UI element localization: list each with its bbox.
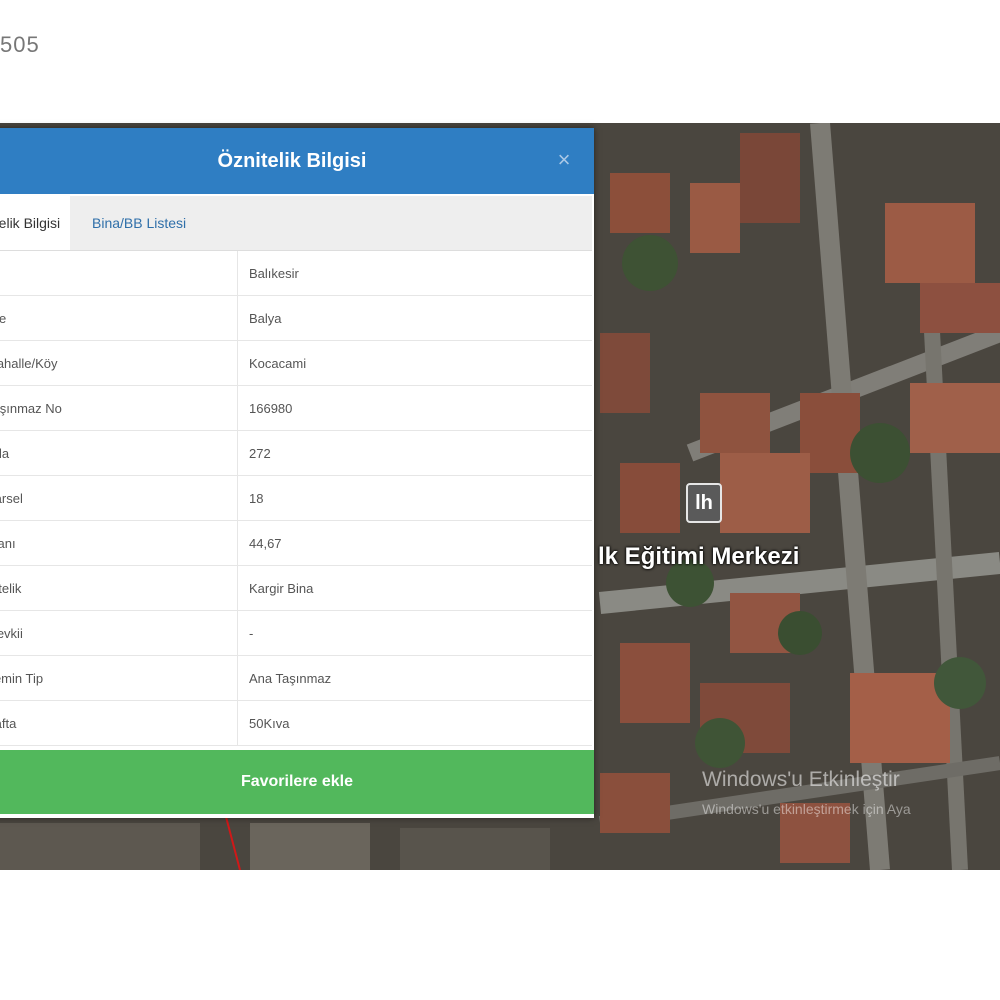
- page-number: 505: [0, 32, 40, 57]
- attribute-key: Parsel: [0, 475, 238, 521]
- attribute-key: Mahalle/Köy: [0, 340, 238, 386]
- attribute-value: 44,67: [237, 520, 592, 566]
- attribute-key: Nitelik: [0, 565, 238, 611]
- attribute-key: Zemin Tip: [0, 655, 238, 701]
- table-row: Mevkii-: [0, 610, 592, 656]
- attribute-key: Pafta: [0, 700, 238, 746]
- tab-attribute-info[interactable]: Öznitelik Bilgisi: [0, 196, 70, 250]
- attribute-key: İlçe: [0, 295, 238, 341]
- attribute-value: Balya: [237, 295, 592, 341]
- attribute-value: 50Kıva: [237, 700, 592, 746]
- dialog-header: Öznitelik Bilgisi ×: [0, 128, 594, 194]
- table-row: Zemin TipAna Taşınmaz: [0, 655, 592, 701]
- attribute-value: -: [237, 610, 592, 656]
- activation-watermark-title: Windows'u Etkinleştir: [702, 768, 900, 791]
- table-row: NitelikKargir Bina: [0, 565, 592, 611]
- table-row: İlBalıkesir: [0, 251, 592, 296]
- table-row: Alanı44,67: [0, 520, 592, 566]
- attribute-key: Alanı: [0, 520, 238, 566]
- table-row: İlçeBalya: [0, 295, 592, 341]
- attribute-key: Taşınmaz No: [0, 385, 238, 431]
- dialog-tabs: Öznitelik Bilgisi Bina/BB Listesi: [0, 196, 592, 251]
- table-row: Ada272: [0, 430, 592, 476]
- close-icon[interactable]: ×: [552, 148, 576, 172]
- attribute-value: 272: [237, 430, 592, 476]
- tab-building-list[interactable]: Bina/BB Listesi: [78, 196, 200, 250]
- table-row: Mahalle/KöyKocacami: [0, 340, 592, 386]
- attribute-key: Mevkii: [0, 610, 238, 656]
- table-row: Parsel18: [0, 475, 592, 521]
- add-to-favorites-button[interactable]: Favorilere ekle: [0, 750, 594, 814]
- attribute-value: 18: [237, 475, 592, 521]
- activation-watermark-subtitle: Windows'u etkinleştirmek için Aya: [702, 801, 911, 817]
- map-place-label: lk Eğitimi Merkezi: [598, 543, 800, 570]
- table-row: Pafta50Kıva: [0, 700, 592, 746]
- poi-building-icon[interactable]: lh: [686, 483, 722, 523]
- attribute-info-dialog: Öznitelik Bilgisi × Öznitelik Bilgisi Bi…: [0, 128, 594, 818]
- attribute-value: Ana Taşınmaz: [237, 655, 592, 701]
- attribute-key: Ada: [0, 430, 238, 476]
- attribute-value: Kocacami: [237, 340, 592, 386]
- attribute-value: Balıkesir: [237, 251, 592, 296]
- attribute-value: Kargir Bina: [237, 565, 592, 611]
- dialog-title: Öznitelik Bilgisi: [217, 150, 367, 172]
- attribute-value: 166980: [237, 385, 592, 431]
- attribute-table: İlBalıkesirİlçeBalyaMahalle/KöyKocacamiT…: [0, 251, 592, 746]
- attribute-key: İl: [0, 251, 238, 296]
- table-row: Taşınmaz No166980: [0, 385, 592, 431]
